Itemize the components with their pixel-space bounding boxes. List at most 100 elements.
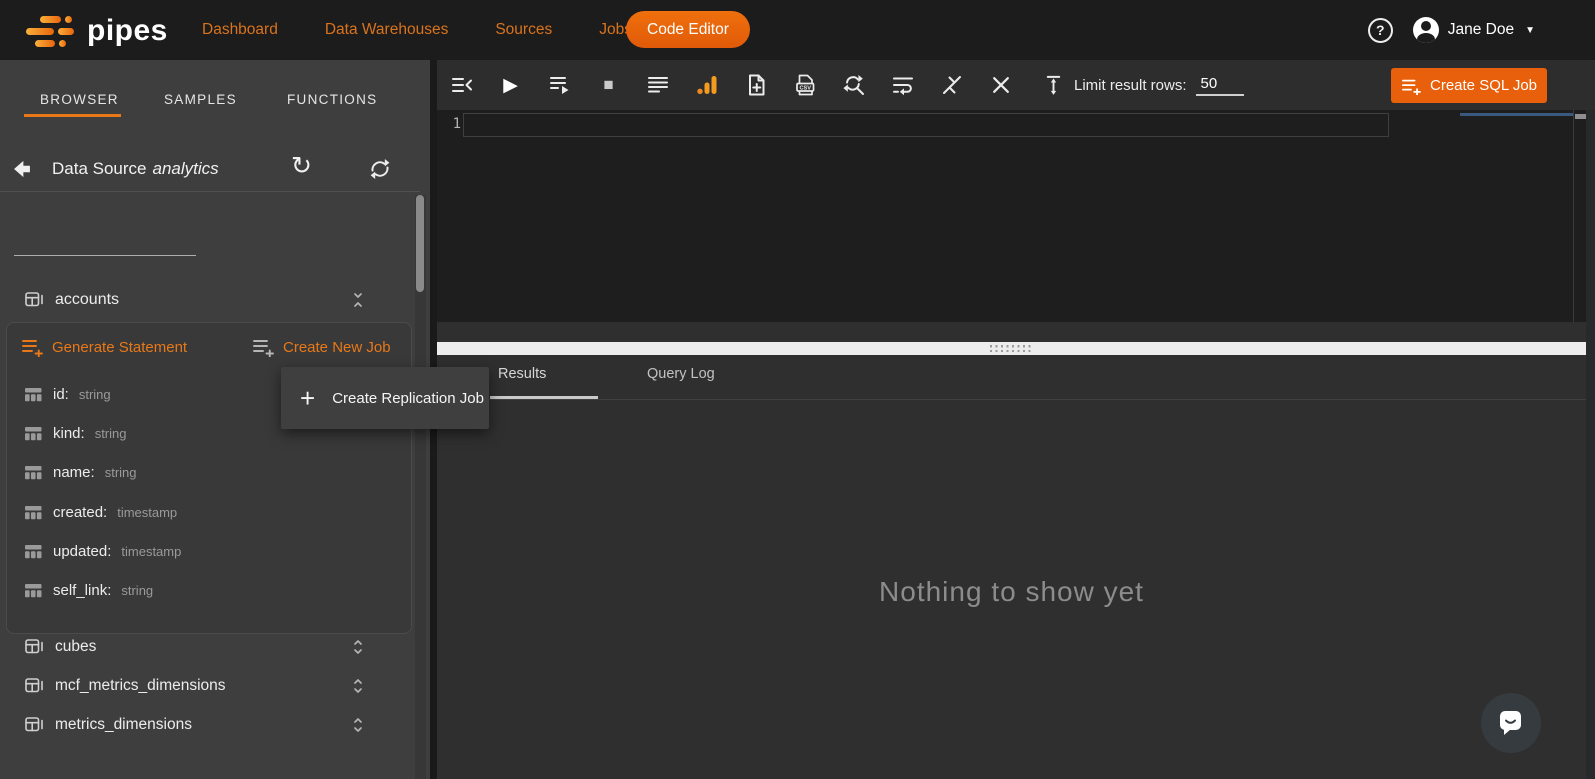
tab-browser[interactable]: BROWSER (40, 92, 119, 107)
minimap-viewport-indicator (1460, 113, 1573, 116)
chat-bubble-icon (1496, 708, 1526, 738)
collapse-editor-button[interactable] (437, 60, 486, 110)
top-navbar: pipes Dashboard Data Warehouses Sources … (0, 0, 1595, 60)
collapse-toggle-icon[interactable] (350, 290, 366, 310)
column-row-created[interactable]: created:timestamp (23, 499, 177, 525)
editor-scrollbar-thumb[interactable] (1575, 114, 1586, 119)
close-icon (990, 74, 1012, 96)
minimap-divider (1573, 110, 1574, 322)
limit-rows-input[interactable] (1196, 75, 1244, 96)
pipes-logo-icon (26, 16, 74, 47)
expand-toggle-icon[interactable] (350, 637, 366, 657)
clear-editor-button[interactable] (976, 60, 1025, 110)
sidebar-search (14, 218, 196, 256)
main-nav: Dashboard Data Warehouses Sources Jobs (202, 0, 632, 60)
nav-sources[interactable]: Sources (495, 21, 552, 39)
wrap-off-button[interactable] (927, 60, 976, 110)
column-row-name[interactable]: name:string (23, 459, 137, 485)
table-row-cubes[interactable]: cubes (0, 631, 412, 663)
caret-down-icon: ▼ (1525, 25, 1535, 36)
stop-icon: ■ (603, 75, 613, 95)
play-icon: ▶ (503, 74, 518, 97)
column-icon (23, 384, 43, 404)
active-line-highlight (463, 113, 1389, 137)
accounts-actions: Generate Statement Create New Job (7, 337, 411, 367)
column-row-self-link[interactable]: self_link:string (23, 577, 153, 603)
user-name: Jane Doe (1448, 21, 1514, 39)
tab-functions[interactable]: FUNCTIONS (287, 92, 377, 107)
row-height-icon (1042, 73, 1065, 97)
column-icon (23, 462, 43, 482)
create-replication-job-menu-item[interactable]: + Create Replication Job (281, 367, 489, 429)
results-panel: Results Query Log Nothing to show yet (437, 322, 1586, 779)
column-row-id[interactable]: id:string (23, 381, 111, 407)
sync-icon[interactable] (368, 157, 392, 181)
tab-query-log[interactable]: Query Log (647, 366, 715, 382)
csv-file-icon: CSV (793, 73, 817, 97)
nav-dashboard[interactable]: Dashboard (202, 21, 278, 39)
table-row-metrics-dimensions[interactable]: metrics_dimensions (0, 709, 412, 741)
table-row-accounts[interactable]: accounts (0, 284, 412, 316)
tab-samples[interactable]: SAMPLES (164, 92, 237, 107)
sql-editor[interactable]: 1 (437, 110, 1586, 322)
table-row-mcf-metrics-dimensions[interactable]: mcf_metrics_dimensions (0, 670, 412, 702)
refresh-icon[interactable]: ↻ (291, 154, 312, 179)
limit-rows-group: Limit result rows: (1042, 60, 1244, 110)
export-csv-button[interactable]: CSV (780, 60, 829, 110)
visualize-button[interactable] (682, 60, 731, 110)
collapse-lines-icon (450, 73, 474, 97)
help-icon[interactable]: ? (1368, 18, 1393, 43)
window-scrollbar-gutter (1586, 110, 1595, 779)
app-logo[interactable]: pipes (26, 14, 168, 48)
list-plus-icon (21, 337, 43, 357)
back-button[interactable] (13, 159, 37, 179)
expand-toggle-icon[interactable] (350, 715, 366, 735)
editor-toolbar: ▶ ■ (437, 60, 1595, 110)
generate-statement-button[interactable]: Generate Statement (21, 337, 187, 357)
create-sql-job-button[interactable]: Create SQL Job (1391, 68, 1547, 103)
table-icon (24, 637, 45, 657)
new-file-button[interactable] (731, 60, 780, 110)
wrap-off-icon (940, 73, 964, 97)
panel-splitter-handle[interactable] (437, 342, 1586, 355)
sidebar-scrollbar-thumb[interactable] (416, 195, 424, 292)
analytics-chart-icon (695, 73, 719, 97)
stop-button[interactable]: ■ (584, 60, 633, 110)
nav-right-cluster: ? Jane Doe ▼ (1368, 0, 1535, 60)
wrap-text-icon (891, 73, 915, 97)
run-selection-button[interactable] (535, 60, 584, 110)
back-arrow-icon (13, 159, 37, 179)
nav-data-warehouses[interactable]: Data Warehouses (325, 21, 449, 39)
find-replace-icon (842, 73, 866, 97)
avatar-icon (1413, 17, 1439, 43)
table-icon (24, 290, 45, 310)
datasource-name: analytics (153, 159, 219, 179)
empty-state-message: Nothing to show yet (437, 576, 1586, 608)
run-query-button[interactable]: ▶ (486, 60, 535, 110)
logo-text: pipes (87, 14, 168, 48)
word-wrap-button[interactable] (878, 60, 927, 110)
grip-dots-icon (990, 345, 1034, 352)
expand-toggle-icon[interactable] (350, 676, 366, 696)
column-icon (23, 580, 43, 600)
find-replace-button[interactable] (829, 60, 878, 110)
column-row-kind[interactable]: kind:string (23, 420, 126, 446)
active-tab-underline (24, 114, 121, 117)
align-left-icon (646, 73, 670, 97)
user-menu[interactable]: Jane Doe ▼ (1413, 17, 1535, 43)
table-icon (24, 715, 45, 735)
create-new-job-button[interactable]: Create New Job (252, 337, 391, 357)
limit-rows-label: Limit result rows: (1074, 77, 1187, 94)
code-editor-button[interactable]: Code Editor (626, 11, 750, 48)
datasource-title: Data Sourceanalytics (52, 159, 219, 179)
line-number: 1 (441, 116, 461, 132)
chat-widget-button[interactable] (1481, 693, 1541, 753)
table-icon (24, 676, 45, 696)
svg-text:CSV: CSV (799, 85, 811, 91)
tab-results[interactable]: Results (498, 366, 546, 382)
divider (0, 191, 420, 192)
format-sql-button[interactable] (633, 60, 682, 110)
column-row-updated[interactable]: updated:timestamp (23, 538, 181, 564)
search-input[interactable] (28, 230, 227, 247)
add-file-icon (744, 73, 768, 97)
